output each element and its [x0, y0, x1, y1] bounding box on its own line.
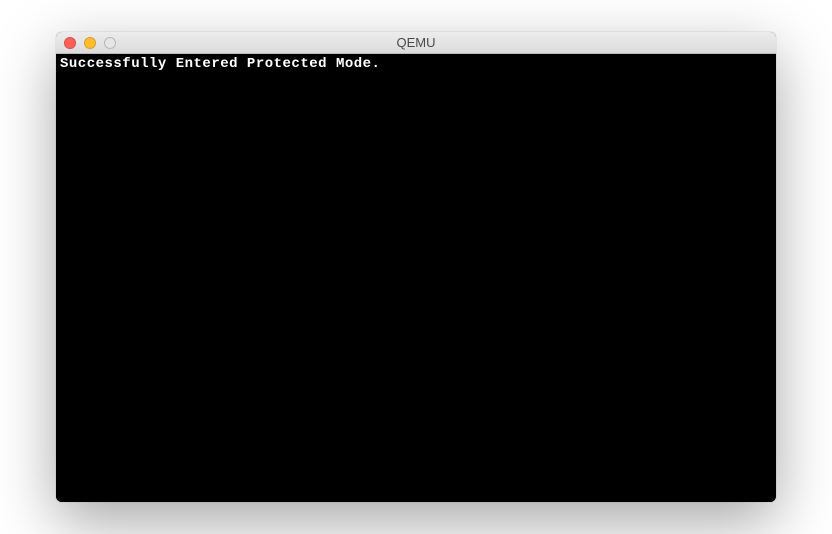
traffic-lights: [56, 37, 116, 49]
window-title: QEMU: [56, 35, 776, 50]
maximize-icon[interactable]: [104, 37, 116, 49]
close-icon[interactable]: [64, 37, 76, 49]
minimize-icon[interactable]: [84, 37, 96, 49]
terminal-line: Successfully Entered Protected Mode.: [60, 56, 772, 73]
qemu-window: QEMU Successfully Entered Protected Mode…: [56, 32, 776, 502]
titlebar[interactable]: QEMU: [56, 32, 776, 54]
terminal-output: Successfully Entered Protected Mode.: [56, 54, 776, 502]
